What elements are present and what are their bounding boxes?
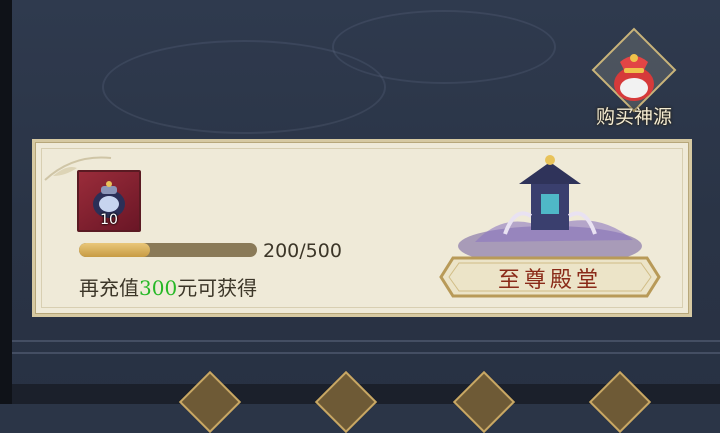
buy-button-label: 购买神源 — [595, 106, 672, 128]
reward-item-slot[interactable]: 10 — [77, 170, 141, 232]
item-count: 10 — [100, 212, 118, 228]
background-band — [12, 352, 720, 354]
recharge-reward-panel: 10 200/500 再充值300元可获得 至尊殿堂 — [32, 139, 692, 317]
hall-button-label: 至尊殿堂 — [497, 268, 602, 293]
supreme-hall-button[interactable]: 至尊殿堂 — [439, 252, 661, 302]
progress-text: 200/500 — [263, 240, 342, 262]
treasure-bag-icon — [614, 54, 654, 101]
recharge-suffix: 元可获得 — [177, 276, 258, 300]
palace-artwork — [458, 155, 642, 266]
background-band — [12, 340, 720, 342]
progress-fill — [79, 243, 151, 257]
left-edge — [0, 0, 12, 404]
recharge-prefix: 再充值 — [79, 276, 139, 300]
recharge-progress-bar — [79, 243, 257, 257]
buy-shenyuan-button[interactable]: 购买神源 — [590, 27, 678, 132]
background-cloud — [332, 10, 556, 84]
recharge-hint: 再充值300元可获得 — [79, 272, 257, 301]
recharge-amount: 300 — [139, 276, 178, 300]
